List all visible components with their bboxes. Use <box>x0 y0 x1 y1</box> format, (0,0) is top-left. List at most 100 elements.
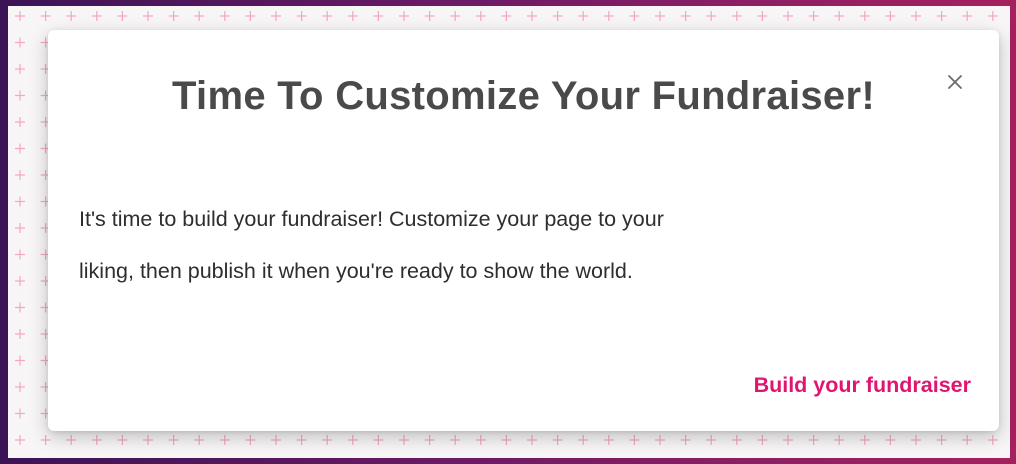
plus-mark <box>475 435 486 445</box>
build-fundraiser-link[interactable]: Build your fundraiser <box>754 373 971 398</box>
plus-mark <box>629 435 640 445</box>
plus-mark <box>424 11 435 21</box>
plus-mark <box>783 11 793 21</box>
plus-mark <box>15 170 25 180</box>
plus-mark <box>859 11 870 21</box>
plus-mark <box>603 435 614 445</box>
plus-mark <box>15 223 25 233</box>
plus-mark <box>245 435 256 445</box>
plus-mark <box>783 435 793 445</box>
plus-mark <box>66 435 77 445</box>
plus-mark <box>987 435 998 445</box>
plus-mark <box>296 11 307 21</box>
plus-mark <box>15 143 25 154</box>
plus-mark <box>834 11 845 21</box>
plus-mark <box>373 11 384 21</box>
plus-mark <box>424 435 435 445</box>
plus-mark <box>731 435 742 445</box>
plus-mark <box>322 11 333 21</box>
plus-mark <box>168 435 179 445</box>
plus-mark <box>143 435 153 445</box>
plus-mark <box>962 435 973 445</box>
plus-mark <box>15 408 25 419</box>
plus-mark <box>757 11 768 21</box>
plus-mark <box>296 435 307 445</box>
plus-mark <box>859 435 870 445</box>
modal-body: It's time to build your fundraiser! Cust… <box>79 193 959 297</box>
plus-mark <box>373 435 384 445</box>
plus-mark <box>91 11 102 21</box>
plus-mark <box>706 11 717 21</box>
plus-mark <box>15 276 25 286</box>
plus-mark <box>15 117 25 127</box>
plus-mark <box>655 11 665 21</box>
plus-mark <box>15 249 25 260</box>
plus-mark <box>40 435 51 445</box>
customize-fundraiser-modal: Time To Customize Your Fundraiser! It's … <box>48 30 999 431</box>
plus-mark <box>399 11 409 21</box>
plus-mark <box>15 11 25 21</box>
plus-mark <box>680 11 691 21</box>
plus-mark <box>15 382 25 392</box>
plus-mark <box>15 196 25 207</box>
window-frame: Time To Customize Your Fundraiser! It's … <box>0 0 1016 464</box>
plus-mark <box>552 11 563 21</box>
plus-mark <box>194 435 205 445</box>
plus-mark <box>271 11 281 21</box>
plus-mark <box>629 11 640 21</box>
close-button[interactable] <box>941 68 969 96</box>
plus-mark <box>399 435 409 445</box>
plus-mark <box>347 11 358 21</box>
plus-mark <box>936 11 947 21</box>
plus-mark <box>40 11 51 21</box>
plus-mark <box>194 11 205 21</box>
plus-mark <box>271 435 281 445</box>
plus-mark <box>885 435 896 445</box>
plus-mark <box>322 435 333 445</box>
plus-mark <box>808 435 819 445</box>
plus-mark <box>527 435 537 445</box>
plus-mark <box>706 435 717 445</box>
modal-body-line: It's time to build your fundraiser! Cust… <box>79 207 664 231</box>
plus-mark <box>731 11 742 21</box>
plus-mark <box>450 435 461 445</box>
plus-mark <box>15 37 25 48</box>
plus-mark <box>91 435 102 445</box>
plus-mark <box>962 11 973 21</box>
plus-mark <box>936 435 947 445</box>
plus-mark <box>501 11 512 21</box>
plus-mark <box>655 435 665 445</box>
plus-mark <box>347 435 358 445</box>
plus-mark <box>15 435 25 445</box>
plus-mark <box>15 329 25 339</box>
plus-mark <box>834 435 845 445</box>
plus-mark <box>987 11 998 21</box>
plus-mark <box>885 11 896 21</box>
plus-mark <box>911 435 921 445</box>
plus-mark <box>117 435 128 445</box>
plus-mark <box>578 435 589 445</box>
plus-mark <box>168 11 179 21</box>
plus-mark <box>552 435 563 445</box>
modal-title: Time To Customize Your Fundraiser! <box>172 74 875 118</box>
plus-mark <box>117 11 128 21</box>
plus-mark <box>475 11 486 21</box>
plus-mark <box>143 11 153 21</box>
plus-mark <box>450 11 461 21</box>
plus-mark <box>527 11 537 21</box>
plus-mark <box>578 11 589 21</box>
plus-mark <box>808 11 819 21</box>
plus-mark <box>757 435 768 445</box>
plus-mark <box>219 11 230 21</box>
plus-mark <box>603 11 614 21</box>
plus-mark <box>15 302 25 313</box>
plus-mark <box>245 11 256 21</box>
plus-mark <box>501 435 512 445</box>
plus-mark <box>15 355 25 366</box>
plus-mark <box>15 90 25 101</box>
plus-mark <box>219 435 230 445</box>
plus-mark <box>680 435 691 445</box>
modal-body-line: liking, then publish it when you're read… <box>79 259 633 283</box>
plus-mark <box>911 11 921 21</box>
plus-mark <box>15 64 25 74</box>
